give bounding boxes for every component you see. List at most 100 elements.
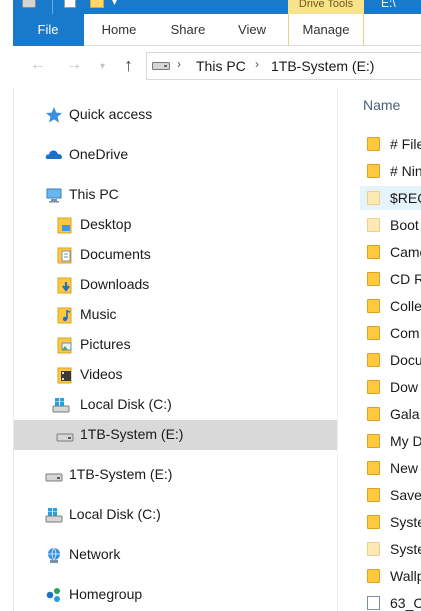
nav-item-label: OneDrive xyxy=(69,146,129,162)
address-bar[interactable]: › This PC › 1TB-System (E:) xyxy=(146,52,421,80)
file-name: Colle xyxy=(390,298,421,314)
nav-item-onedrive[interactable]: OneDrive xyxy=(14,140,338,170)
properties-check-icon[interactable] xyxy=(64,0,76,8)
breadcrumb-chevron-icon[interactable]: › xyxy=(177,57,181,71)
file-name: Gala xyxy=(390,406,420,422)
folder-icon xyxy=(367,407,380,421)
file-name: Came xyxy=(390,244,421,260)
nav-item-local-disk-c[interactable]: Local Disk (C:) xyxy=(14,390,338,420)
file-name: Dow xyxy=(390,379,419,395)
file-row[interactable]: Gala xyxy=(360,402,421,426)
windows-drive-icon xyxy=(52,398,70,413)
new-folder-icon[interactable] xyxy=(90,0,104,8)
nav-item-pictures[interactable]: Pictures xyxy=(14,330,338,360)
folder-icon xyxy=(367,569,380,583)
tab-home[interactable]: Home xyxy=(88,14,150,46)
nav-item-label: Local Disk (C:) xyxy=(80,396,172,412)
file-row[interactable]: Came xyxy=(360,240,421,264)
file-name: Wallp xyxy=(390,568,421,584)
folder-icon xyxy=(367,218,380,232)
pictures-folder-icon xyxy=(57,337,72,354)
file-row[interactable]: Colle xyxy=(360,294,421,318)
file-row[interactable]: Boot xyxy=(360,213,421,237)
windows-drive-icon xyxy=(45,508,63,523)
recent-locations-chevron-icon[interactable]: ▾ xyxy=(100,61,105,72)
nav-item-local-disk-c-2[interactable]: Local Disk (C:) xyxy=(14,500,338,530)
folder-icon xyxy=(367,137,380,151)
tab-view[interactable]: View xyxy=(228,14,276,46)
desktop-folder-icon xyxy=(57,217,72,234)
file-name: Docu xyxy=(390,352,421,368)
drive-tools-contextual-label: Drive Tools xyxy=(288,0,364,14)
nav-item-label: Videos xyxy=(80,366,123,382)
videos-folder-icon xyxy=(57,367,72,384)
forward-arrow-icon[interactable]: → xyxy=(66,56,82,74)
file-name: Com xyxy=(390,325,420,341)
nav-item-network[interactable]: Network xyxy=(14,540,338,570)
nav-item-desktop[interactable]: Desktop xyxy=(14,210,338,240)
file-row[interactable]: My D xyxy=(360,429,421,453)
this-pc-icon xyxy=(46,188,62,203)
drive-icon xyxy=(22,0,36,8)
tab-file[interactable]: File xyxy=(12,14,84,46)
breadcrumb-chevron-icon[interactable]: › xyxy=(255,57,259,71)
nav-item-label: Homegroup xyxy=(69,586,143,602)
network-icon xyxy=(48,547,60,563)
nav-item-this-pc[interactable]: This PC xyxy=(14,180,338,210)
file-name: CD R xyxy=(390,271,421,287)
nav-item-homegroup[interactable]: Homegroup xyxy=(14,580,338,610)
file-row[interactable]: Syste xyxy=(360,537,421,561)
file-row[interactable]: 63_C xyxy=(360,591,421,611)
tab-manage[interactable]: Manage xyxy=(288,14,364,46)
nav-item-documents[interactable]: Documents xyxy=(14,240,338,270)
navigation-bar: ← → ▾ ↑ › This PC › 1TB-System (E:) xyxy=(0,46,421,88)
file-icon xyxy=(367,596,380,610)
title-bar: ▾ Drive Tools E:\ xyxy=(0,0,421,14)
up-arrow-icon[interactable]: ↑ xyxy=(124,55,133,76)
name-column-header[interactable]: Name xyxy=(363,97,400,113)
file-name: New xyxy=(390,460,419,476)
nav-item-label: Local Disk (C:) xyxy=(69,506,161,522)
documents-folder-icon xyxy=(57,247,72,264)
file-row[interactable]: Dow xyxy=(360,375,421,399)
onedrive-cloud-icon xyxy=(45,150,62,159)
folder-icon xyxy=(367,164,380,178)
music-folder-icon xyxy=(57,307,72,324)
folder-icon xyxy=(367,353,380,367)
file-row[interactable]: $REC xyxy=(360,186,421,210)
nav-item-label: Desktop xyxy=(80,216,132,232)
nav-item-music[interactable]: Music xyxy=(14,300,338,330)
nav-item-quick-access[interactable]: Quick access xyxy=(14,100,338,130)
nav-item-label: Music xyxy=(80,306,117,322)
file-row[interactable]: Com xyxy=(360,321,421,345)
file-name: Syste xyxy=(390,514,421,530)
file-row[interactable]: # Nin xyxy=(360,159,421,183)
nav-item-label: 1TB-System (E:) xyxy=(69,466,173,482)
nav-item-videos[interactable]: Videos xyxy=(14,360,338,390)
customize-toolbar-icon[interactable]: ▾ xyxy=(112,0,117,8)
breadcrumb-drive[interactable]: 1TB-System (E:) xyxy=(271,58,374,74)
file-row[interactable]: Wallp xyxy=(360,564,421,588)
tab-share[interactable]: Share xyxy=(160,14,216,46)
breadcrumb-this-pc[interactable]: This PC xyxy=(196,58,246,74)
file-name: My D xyxy=(390,433,421,449)
folder-icon xyxy=(367,299,380,313)
nav-item-downloads[interactable]: Downloads xyxy=(14,270,338,300)
file-row[interactable]: CD R xyxy=(360,267,421,291)
file-row[interactable]: # File xyxy=(360,132,421,156)
nav-item-1tb-system-e-selected[interactable]: 1TB-System (E:) xyxy=(14,420,338,450)
file-row[interactable]: New xyxy=(360,456,421,480)
file-name: # File xyxy=(390,136,421,152)
folder-icon xyxy=(367,245,380,259)
drive-icon xyxy=(152,62,170,70)
file-row[interactable]: Save xyxy=(360,483,421,507)
folder-icon xyxy=(367,542,380,556)
nav-item-label: Quick access xyxy=(69,106,153,122)
file-row[interactable]: Docu xyxy=(360,348,421,372)
back-arrow-icon[interactable]: ← xyxy=(30,56,46,74)
folder-icon xyxy=(367,191,380,205)
file-name: Boot xyxy=(390,217,419,233)
folder-icon xyxy=(367,461,380,475)
file-row[interactable]: Syste xyxy=(360,510,421,534)
nav-item-1tb-system-e[interactable]: 1TB-System (E:) xyxy=(14,460,338,490)
